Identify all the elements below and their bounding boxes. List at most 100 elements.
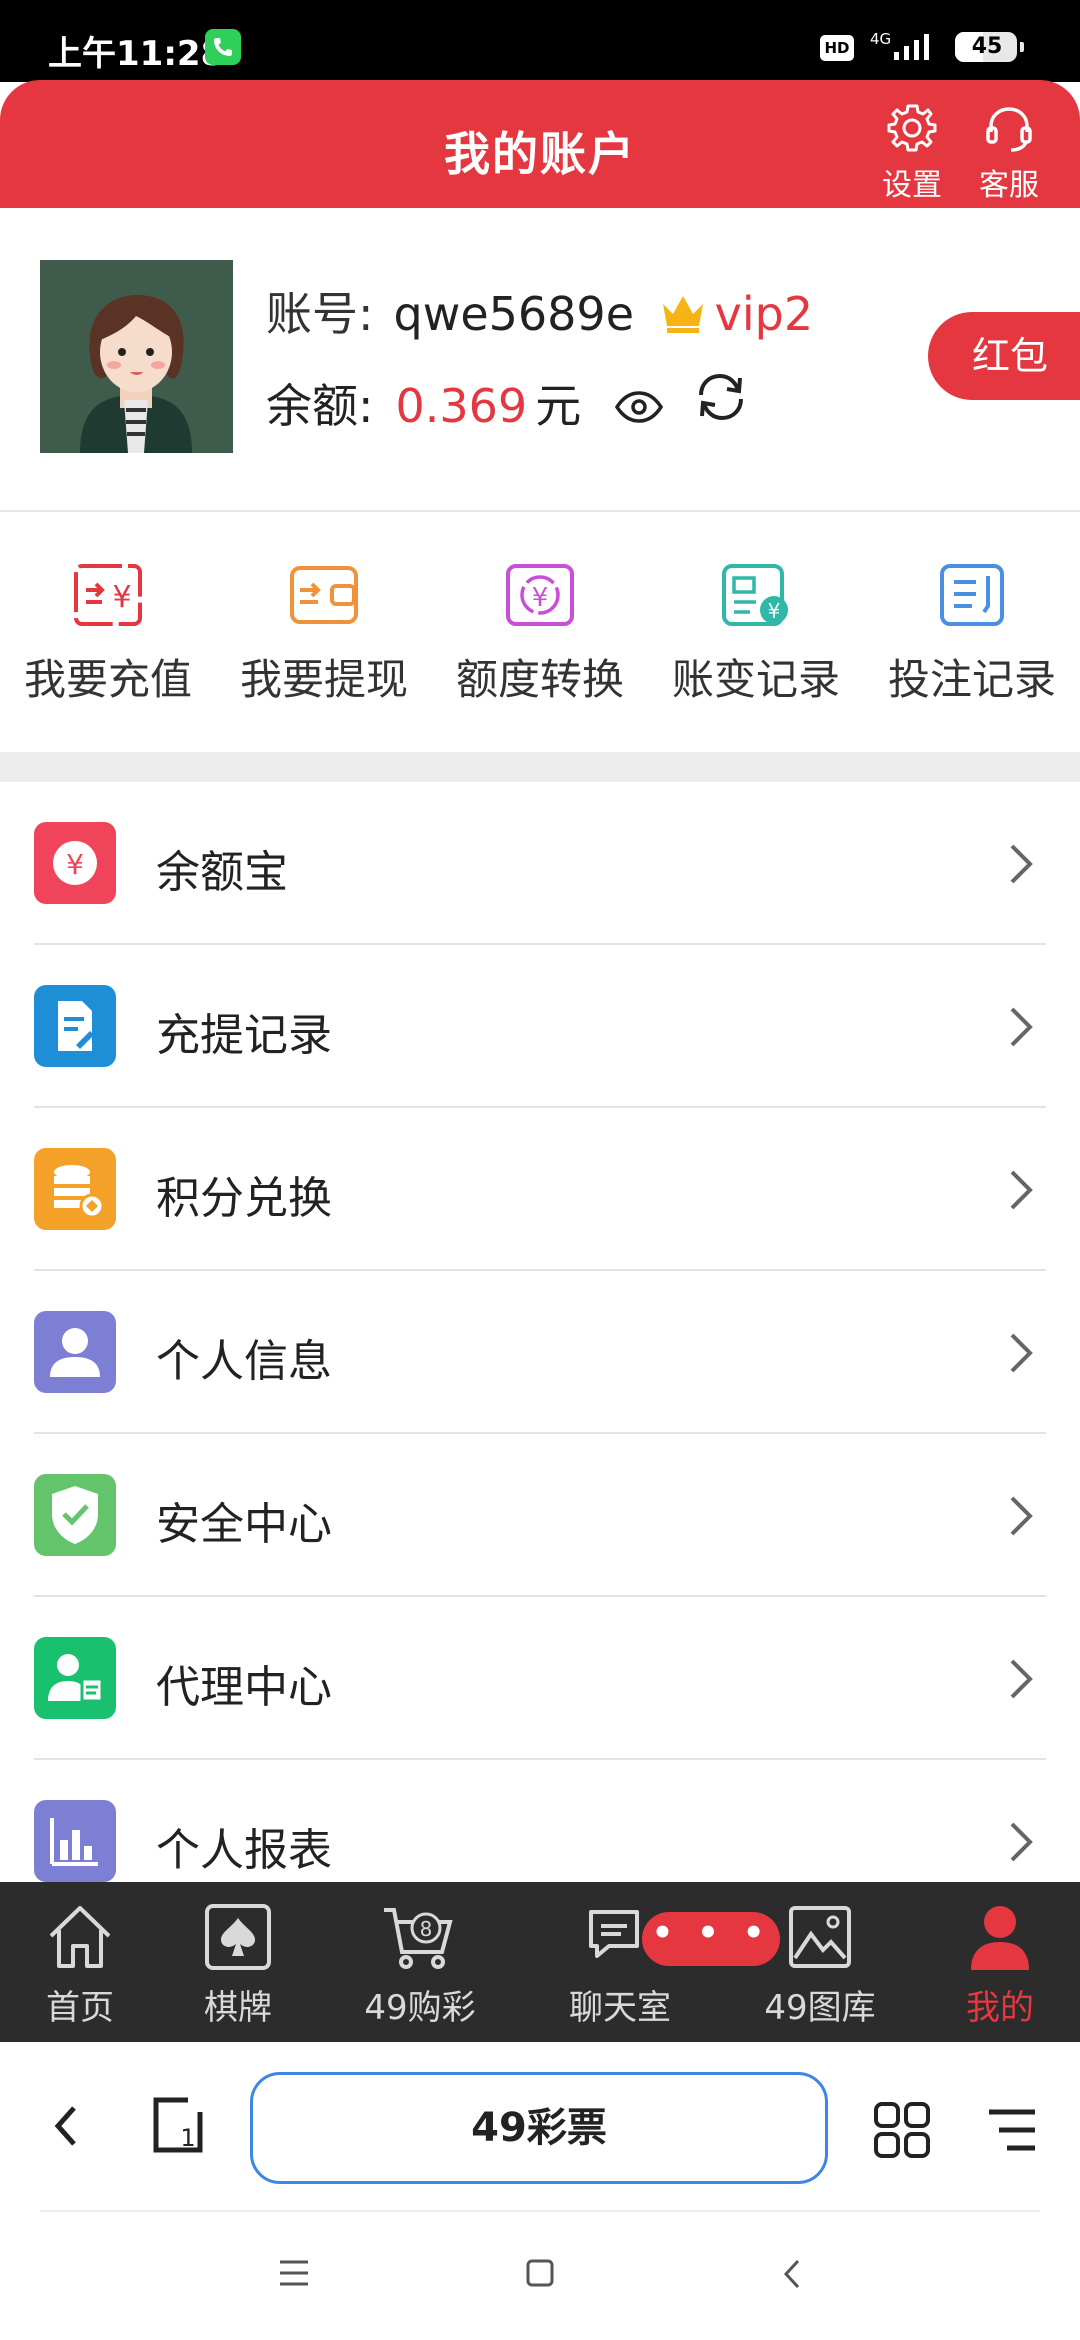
menu-label: 个人信息 (156, 1336, 332, 1387)
action-label: 我要提现 (239, 655, 408, 704)
menu-item-deposit-withdraw-records[interactable]: 充提记录 (0, 945, 1080, 1108)
chevron-right-icon (1010, 1496, 1033, 1536)
chevron-right-icon (1010, 1659, 1033, 1699)
action-withdraw[interactable]: 我要提现 (216, 562, 432, 707)
account-line: 账号: qwe5689e vip2 (266, 278, 813, 344)
chevron-right-icon (1010, 844, 1033, 884)
action-label: 我要充值 (23, 655, 192, 704)
tab-mine[interactable]: 我的 (920, 1900, 1080, 2029)
menu-item-points-exchange[interactable]: 积分兑换 (0, 1108, 1080, 1271)
service-label: 客服 (979, 168, 1039, 203)
menu-label: 余额宝 (156, 847, 288, 898)
tab-label: 首页 (46, 1988, 114, 2028)
balance-unit: 元 (535, 379, 582, 433)
account-change-icon: ¥ (722, 564, 788, 626)
svg-text:8: 8 (420, 1917, 433, 1941)
tab-label: 棋牌 (204, 1988, 272, 2028)
hd-icon: HD (820, 35, 854, 61)
browser-toolbar: 1 49彩票 (0, 2042, 1080, 2212)
tabs-icon[interactable]: 1 (148, 2094, 208, 2156)
status-time: 上午11:28 (48, 34, 225, 74)
signal-icon (894, 34, 929, 60)
recents-icon[interactable] (278, 2258, 310, 2288)
svg-text:¥: ¥ (112, 580, 131, 615)
bottom-tab-bar: 首页 棋牌 8 49购彩 聊天室 49图库 我的 • • • (0, 1882, 1080, 2042)
tab-label: 我的 (966, 1988, 1034, 2028)
tab-label: 49图库 (764, 1988, 876, 2028)
menu-item-agent-center[interactable]: 代理中心 (0, 1597, 1080, 1760)
svg-text:¥: ¥ (532, 583, 549, 613)
back-icon[interactable] (46, 2098, 86, 2154)
report-icon (34, 1800, 116, 1882)
chevron-right-icon (1010, 1007, 1033, 1047)
tab-lottery[interactable]: 8 49购彩 (340, 1900, 500, 2029)
home-icon (49, 1906, 111, 1968)
tab-label: 49购彩 (364, 1988, 476, 2028)
quick-actions: ¥ 我要充值 我要提现 ¥ 额度转换 ¥ 账变记录 投注记录 (0, 512, 1080, 752)
more-button[interactable]: • • • (642, 1912, 780, 1966)
tab-label: 聊天室 (569, 1988, 671, 2028)
red-packet-button[interactable]: 红包 (928, 312, 1080, 400)
action-label: 账变记录 (671, 655, 840, 704)
user-icon (34, 1311, 116, 1393)
action-recharge[interactable]: ¥ 我要充值 (0, 562, 216, 707)
status-bar: 上午11:28 HD 4G 45 (0, 0, 1080, 82)
bet-record-icon (940, 564, 1004, 626)
section-gap (0, 752, 1080, 782)
system-navigation (0, 2212, 1080, 2340)
menu-label: 代理中心 (156, 1662, 332, 1713)
account-key: 账号: (266, 287, 374, 341)
address-bar[interactable]: 49彩票 (250, 2072, 828, 2184)
network-label: 4G (870, 30, 892, 48)
tab-home[interactable]: 首页 (0, 1900, 160, 2029)
settings-button[interactable]: 设置 (872, 100, 952, 204)
menu-list: ¥ 余额宝 充提记录 积分兑换 个人信息 安全中心 代理中心 个人报表 (0, 782, 1080, 1882)
menu-item-yuebao[interactable]: ¥ 余额宝 (0, 782, 1080, 945)
svg-text:¥: ¥ (768, 599, 781, 623)
yuebao-icon: ¥ (34, 822, 116, 904)
eye-icon[interactable] (614, 390, 664, 424)
menu-item-personal-report[interactable]: 个人报表 (0, 1760, 1080, 1882)
settings-label: 设置 (882, 168, 942, 203)
gallery-icon (789, 1906, 851, 1968)
cards-icon (205, 1904, 271, 1970)
account-value: qwe5689e (393, 287, 635, 341)
agent-icon (34, 1637, 116, 1719)
lottery-cart-icon: 8 (384, 1908, 453, 1969)
vip-badge: vip2 (714, 287, 814, 341)
withdraw-icon (290, 566, 358, 624)
record-icon (34, 985, 116, 1067)
points-icon (34, 1148, 116, 1230)
tab-count: 1 (180, 2124, 195, 2152)
balance-line: 余额: 0.369 元 (266, 370, 748, 436)
apps-grid-icon[interactable] (872, 2100, 932, 2160)
action-bet-record[interactable]: 投注记录 (864, 562, 1080, 707)
battery-icon: 45 (955, 32, 1024, 62)
transfer-icon: ¥ (506, 564, 574, 626)
balance-key: 余额: (266, 379, 374, 433)
menu-label: 个人报表 (156, 1825, 332, 1876)
phone-call-icon (205, 29, 241, 65)
chevron-right-icon (1010, 1170, 1033, 1210)
avatar[interactable] (40, 260, 233, 453)
menu-icon[interactable] (983, 2106, 1039, 2156)
balance-value: 0.369 (395, 379, 528, 433)
action-account-change[interactable]: ¥ 账变记录 (648, 562, 864, 707)
menu-label: 安全中心 (156, 1499, 332, 1550)
chevron-right-icon (1010, 1822, 1033, 1862)
crown-icon (662, 296, 703, 333)
action-label: 额度转换 (455, 655, 624, 704)
refresh-icon[interactable] (694, 370, 748, 424)
menu-label: 积分兑换 (156, 1173, 332, 1224)
chevron-right-icon (1010, 1333, 1033, 1373)
menu-label: 充提记录 (156, 1010, 332, 1061)
home-nav-icon[interactable] (525, 2258, 555, 2288)
customer-service-button[interactable]: 客服 (969, 100, 1049, 204)
profile-card: 账号: qwe5689e vip2 余额: 0.369 元 红包 (0, 208, 1080, 510)
action-transfer[interactable]: ¥ 额度转换 (432, 562, 648, 707)
menu-item-personal-info[interactable]: 个人信息 (0, 1271, 1080, 1434)
back-nav-icon[interactable] (780, 2258, 804, 2290)
menu-item-security-center[interactable]: 安全中心 (0, 1434, 1080, 1597)
tab-cards[interactable]: 棋牌 (158, 1900, 318, 2029)
gear-icon (887, 104, 937, 152)
